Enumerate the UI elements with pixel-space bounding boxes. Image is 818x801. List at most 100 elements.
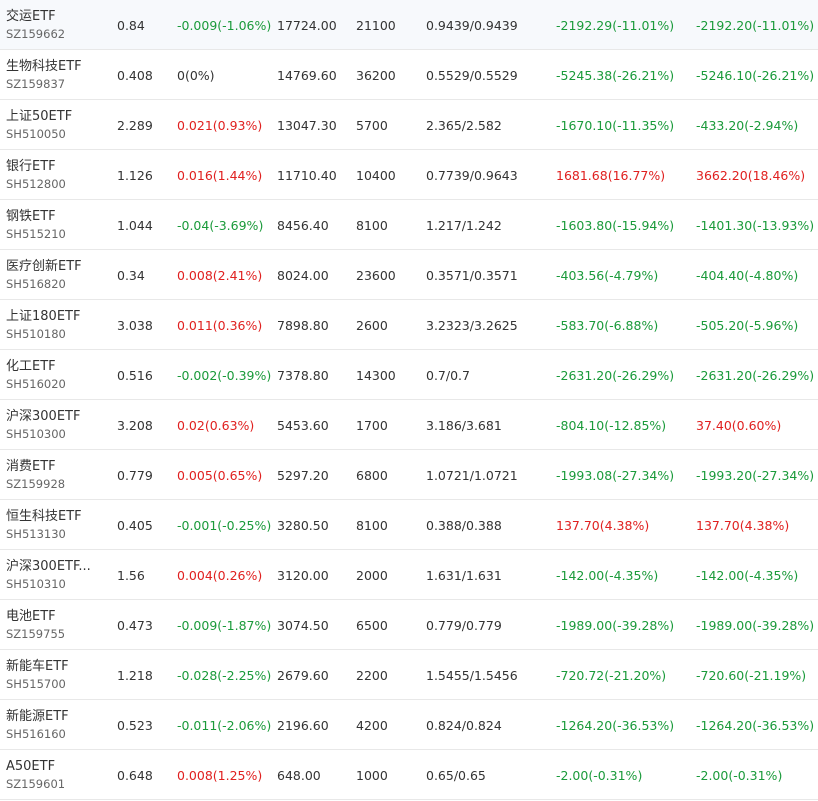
current-price: 0.84 xyxy=(117,17,145,33)
share-count: 6800 xyxy=(356,467,388,483)
profit-loss: -2.00(-0.31%) xyxy=(556,767,643,783)
fund-name: 沪深300ETF xyxy=(6,409,81,424)
fund-code: SZ159755 xyxy=(6,627,66,641)
current-price: 0.405 xyxy=(117,517,153,533)
current-price: 2.289 xyxy=(117,117,153,133)
holding-row[interactable]: 新能源ETF SH516160 0.523 -0.011(-2.06%) 219… xyxy=(0,700,818,750)
holding-row[interactable]: A50ETF SZ159601 0.648 0.008(1.25%) 648.0… xyxy=(0,750,818,800)
cost-price: 0.65/0.65 xyxy=(426,767,486,783)
fund-code: SZ159928 xyxy=(6,477,66,491)
holding-row[interactable]: 沪深300ETF... SH510310 1.56 0.004(0.26%) 3… xyxy=(0,550,818,600)
current-price: 0.516 xyxy=(117,367,153,383)
fund-name-cell: A50ETF SZ159601 xyxy=(6,750,104,800)
profit-loss: -1989.00(-39.28%) xyxy=(556,617,675,633)
price-change: 0.021(0.93%) xyxy=(177,117,263,133)
fund-code: SZ159662 xyxy=(6,27,66,41)
profit-loss-alt: -2192.20(-11.01%) xyxy=(696,17,815,33)
profit-loss-alt: 37.40(0.60%) xyxy=(696,417,782,433)
profit-loss: 1681.68(16.77%) xyxy=(556,167,666,183)
profit-loss-alt: -404.40(-4.80%) xyxy=(696,267,799,283)
cost-price: 1.0721/1.0721 xyxy=(426,467,518,483)
profit-loss: -403.56(-4.79%) xyxy=(556,267,659,283)
share-count: 1700 xyxy=(356,417,388,433)
profit-loss-alt: -142.00(-4.35%) xyxy=(696,567,799,583)
profit-loss: -2631.20(-26.29%) xyxy=(556,367,675,383)
current-price: 1.126 xyxy=(117,167,153,183)
holding-row[interactable]: 恒生科技ETF SH513130 0.405 -0.001(-0.25%) 32… xyxy=(0,500,818,550)
holding-row[interactable]: 化工ETF SH516020 0.516 -0.002(-0.39%) 7378… xyxy=(0,350,818,400)
current-price: 0.523 xyxy=(117,717,153,733)
profit-loss-alt: 3662.20(18.46%) xyxy=(696,167,806,183)
holding-row[interactable]: 银行ETF SH512800 1.126 0.016(1.44%) 11710.… xyxy=(0,150,818,200)
holding-row[interactable]: 上证180ETF SH510180 3.038 0.011(0.36%) 789… xyxy=(0,300,818,350)
profit-loss: -2192.29(-11.01%) xyxy=(556,17,675,33)
holding-row[interactable]: 钢铁ETF SH515210 1.044 -0.04(-3.69%) 8456.… xyxy=(0,200,818,250)
profit-loss-alt: -1401.30(-13.93%) xyxy=(696,217,815,233)
profit-loss-alt: -2.00(-0.31%) xyxy=(696,767,783,783)
current-price: 0.34 xyxy=(117,267,145,283)
share-count: 2600 xyxy=(356,317,388,333)
current-price: 0.408 xyxy=(117,67,153,83)
market-value: 5297.20 xyxy=(277,467,329,483)
price-change: 0.008(1.25%) xyxy=(177,767,263,783)
current-price: 1.044 xyxy=(117,217,153,233)
profit-loss-alt: -720.60(-21.19%) xyxy=(696,667,807,683)
holding-row[interactable]: 沪深300ETF SH510300 3.208 0.02(0.63%) 5453… xyxy=(0,400,818,450)
fund-code: SH515210 xyxy=(6,227,66,241)
fund-name-cell: 医疗创新ETF SH516820 xyxy=(6,250,104,300)
holding-row[interactable]: 上证50ETF SH510050 2.289 0.021(0.93%) 1304… xyxy=(0,100,818,150)
holding-row[interactable]: 医疗创新ETF SH516820 0.34 0.008(2.41%) 8024.… xyxy=(0,250,818,300)
fund-code: SH512800 xyxy=(6,177,66,191)
market-value: 3280.50 xyxy=(277,517,329,533)
price-change: 0.008(2.41%) xyxy=(177,267,263,283)
price-change: -0.011(-2.06%) xyxy=(177,717,272,733)
cost-price: 0.7739/0.9643 xyxy=(426,167,518,183)
market-value: 7898.80 xyxy=(277,317,329,333)
fund-name: 上证50ETF xyxy=(6,109,73,124)
profit-loss: 137.70(4.38%) xyxy=(556,517,650,533)
fund-name: 消费ETF xyxy=(6,459,56,474)
holding-row[interactable]: 生物科技ETF SZ159837 0.408 0(0%) 14769.60 36… xyxy=(0,50,818,100)
share-count: 2200 xyxy=(356,667,388,683)
share-count: 36200 xyxy=(356,67,396,83)
fund-code: SH513130 xyxy=(6,527,66,541)
market-value: 648.00 xyxy=(277,767,321,783)
price-change: 0.016(1.44%) xyxy=(177,167,263,183)
cost-price: 0.388/0.388 xyxy=(426,517,502,533)
cost-price: 1.217/1.242 xyxy=(426,217,502,233)
market-value: 17724.00 xyxy=(277,17,337,33)
current-price: 3.208 xyxy=(117,417,153,433)
cost-price: 0.3571/0.3571 xyxy=(426,267,518,283)
current-price: 0.648 xyxy=(117,767,153,783)
cost-price: 0.5529/0.5529 xyxy=(426,67,518,83)
profit-loss: -1264.20(-36.53%) xyxy=(556,717,675,733)
cost-price: 1.631/1.631 xyxy=(426,567,502,583)
share-count: 10400 xyxy=(356,167,396,183)
holding-row[interactable]: 交运ETF SZ159662 0.84 -0.009(-1.06%) 17724… xyxy=(0,0,818,50)
fund-name-cell: 交运ETF SZ159662 xyxy=(6,0,104,50)
fund-name-cell: 上证180ETF SH510180 xyxy=(6,300,104,350)
share-count: 6500 xyxy=(356,617,388,633)
market-value: 2679.60 xyxy=(277,667,329,683)
fund-name: 电池ETF xyxy=(6,609,56,624)
holding-row[interactable]: 消费ETF SZ159928 0.779 0.005(0.65%) 5297.2… xyxy=(0,450,818,500)
market-value: 5453.60 xyxy=(277,417,329,433)
share-count: 8100 xyxy=(356,217,388,233)
holding-row[interactable]: 新能车ETF SH515700 1.218 -0.028(-2.25%) 267… xyxy=(0,650,818,700)
profit-loss: -5245.38(-26.21%) xyxy=(556,67,675,83)
fund-code: SH516020 xyxy=(6,377,66,391)
share-count: 2000 xyxy=(356,567,388,583)
current-price: 0.779 xyxy=(117,467,153,483)
fund-name: 恒生科技ETF xyxy=(6,509,82,524)
price-change: -0.002(-0.39%) xyxy=(177,367,272,383)
fund-name: 新能源ETF xyxy=(6,709,69,724)
fund-code: SZ159601 xyxy=(6,777,66,791)
profit-loss-alt: -433.20(-2.94%) xyxy=(696,117,799,133)
market-value: 7378.80 xyxy=(277,367,329,383)
share-count: 5700 xyxy=(356,117,388,133)
price-change: 0.005(0.65%) xyxy=(177,467,263,483)
holding-row[interactable]: 电池ETF SZ159755 0.473 -0.009(-1.87%) 3074… xyxy=(0,600,818,650)
cost-price: 0.9439/0.9439 xyxy=(426,17,518,33)
fund-code: SH516160 xyxy=(6,727,66,741)
fund-name-cell: 钢铁ETF SH515210 xyxy=(6,200,104,250)
